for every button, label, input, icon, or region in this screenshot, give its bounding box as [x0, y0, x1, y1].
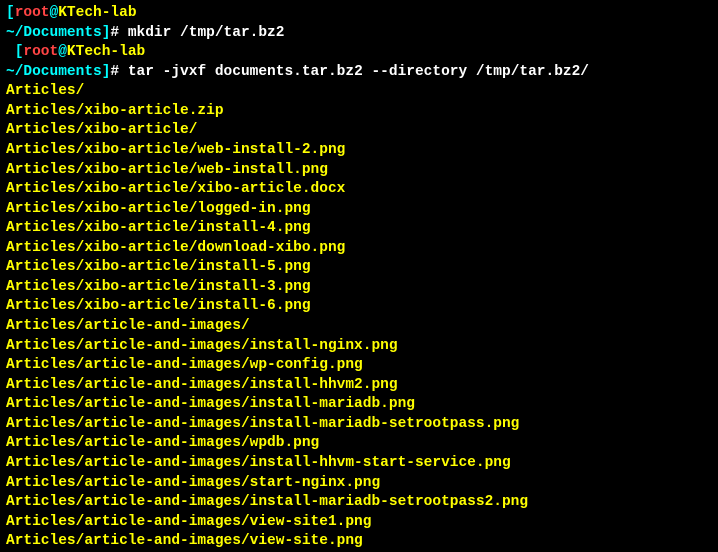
prompt-line-4: ~/Documents]# tar -jvxf documents.tar.bz… [6, 63, 712, 83]
output-line: Articles/article-and-images/wpdb.png [6, 434, 712, 454]
prompt-hash: # [110, 64, 127, 80]
terminal-output: [root@KTech-lab ~/Documents]# mkdir /tmp… [6, 4, 712, 552]
prompt-path: ~/Documents [6, 25, 102, 41]
prompt-path: ~/Documents [6, 64, 102, 80]
output-container: Articles/Articles/xibo-article.zipArticl… [6, 82, 712, 552]
output-line: Articles/article-and-images/wp-config.pn… [6, 356, 712, 376]
output-line: Articles/xibo-article/ [6, 121, 712, 141]
output-line: Articles/xibo-article/install-4.png [6, 219, 712, 239]
output-line: Articles/xibo-article/logged-in.png [6, 200, 712, 220]
prompt-space [145, 44, 154, 60]
output-line: Articles/ [6, 82, 712, 102]
prompt-line-2: ~/Documents]# mkdir /tmp/tar.bz2 [6, 24, 712, 44]
prompt-bracket-open: [ [6, 44, 23, 60]
output-line: Articles/xibo-article.zip [6, 102, 712, 122]
prompt-line-1: [root@KTech-lab [6, 4, 712, 24]
output-line: Articles/xibo-article/web-install-2.png [6, 141, 712, 161]
output-line: Articles/article-and-images/install-mari… [6, 493, 712, 513]
output-line: Articles/article-and-images/ [6, 317, 712, 337]
output-line: Articles/article-and-images/install-hhvm… [6, 454, 712, 474]
output-line: Articles/article-and-images/install-mari… [6, 395, 712, 415]
prompt-at: @ [58, 44, 67, 60]
output-line: Articles/xibo-article/install-3.png [6, 278, 712, 298]
output-line: Articles/article-and-images/install-mari… [6, 415, 712, 435]
prompt-bracket-open: [ [6, 5, 15, 21]
prompt-host: KTech-lab [67, 44, 145, 60]
output-line: Articles/xibo-article/install-6.png [6, 297, 712, 317]
output-line: Articles/article-and-images/view-site.pn… [6, 532, 712, 552]
command-text: mkdir /tmp/tar.bz2 [128, 25, 285, 41]
output-line: Articles/article-and-images/install-ngin… [6, 337, 712, 357]
prompt-line-3: [root@KTech-lab [6, 43, 712, 63]
output-line: Articles/article-and-images/start-nginx.… [6, 474, 712, 494]
output-line: Articles/xibo-article/install-5.png [6, 258, 712, 278]
prompt-host: KTech-lab [58, 5, 136, 21]
output-line: Articles/article-and-images/view-site1.p… [6, 513, 712, 533]
prompt-hash: # [110, 25, 127, 41]
output-line: Articles/article-and-images/install-hhvm… [6, 376, 712, 396]
command-text: tar -jvxf documents.tar.bz2 --directory … [128, 64, 589, 80]
output-line: Articles/xibo-article/web-install.png [6, 161, 712, 181]
prompt-user: root [15, 5, 50, 21]
prompt-space [137, 5, 146, 21]
prompt-at: @ [50, 5, 59, 21]
prompt-user: root [23, 44, 58, 60]
output-line: Articles/xibo-article/download-xibo.png [6, 239, 712, 259]
output-line: Articles/xibo-article/xibo-article.docx [6, 180, 712, 200]
